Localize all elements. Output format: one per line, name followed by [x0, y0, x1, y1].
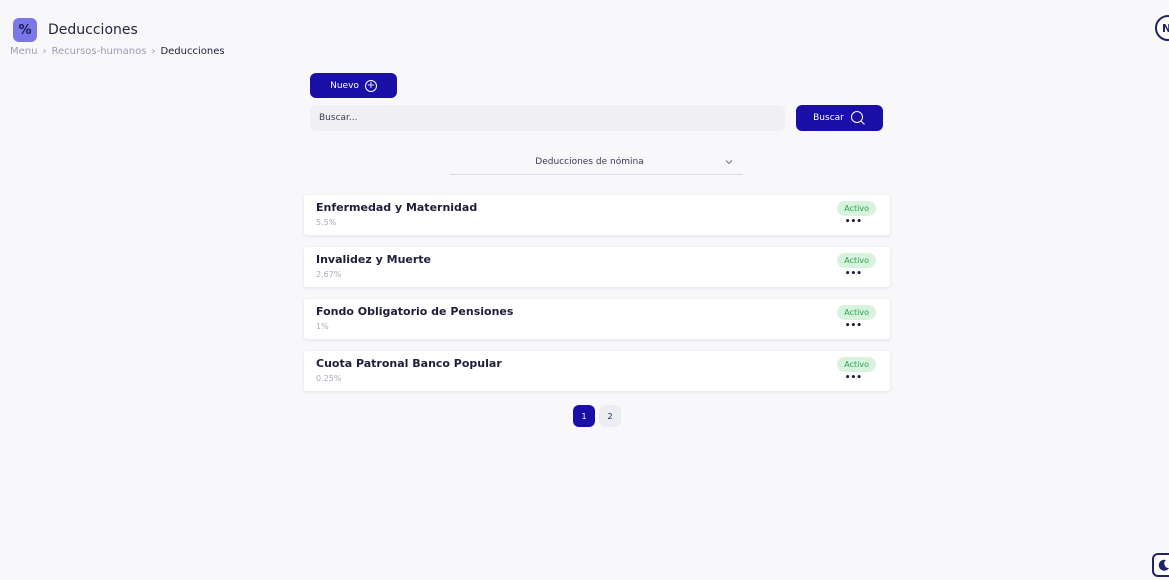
page: % Deducciones Menu › Recursos-humanos › … [0, 0, 1169, 580]
deduction-rate: 2.67% [316, 270, 342, 279]
deduction-card[interactable]: Enfermedad y Maternidad 5.5% Activo ••• [304, 195, 890, 235]
page-button-2[interactable]: 2 [599, 405, 621, 427]
more-options-icon[interactable]: ••• [845, 321, 862, 331]
select-value: Deducciones de nómina [535, 157, 644, 167]
status-badge: Activo [837, 253, 876, 268]
deduction-rate: 0.25% [316, 374, 342, 383]
deduction-name: Fondo Obligatorio de Pensiones [316, 305, 514, 318]
theme-toggle-button[interactable] [1152, 553, 1169, 577]
deduction-type-select[interactable]: Deducciones de nómina [450, 150, 743, 175]
new-button-label: Nuevo [330, 80, 359, 91]
more-options-icon[interactable]: ••• [845, 269, 862, 279]
more-options-icon[interactable]: ••• [845, 373, 862, 383]
status-badge: Activo [837, 305, 876, 320]
search-button[interactable]: Buscar [796, 105, 883, 131]
avatar[interactable]: N [1155, 15, 1169, 41]
breadcrumb: Menu › Recursos-humanos › Deducciones [10, 46, 225, 57]
breadcrumb-separator: › [42, 46, 47, 57]
deduction-card[interactable]: Invalidez y Muerte 2.67% Activo ••• [304, 247, 890, 287]
page-button-1[interactable]: 1 [573, 405, 595, 427]
search-input[interactable] [310, 105, 785, 131]
percent-icon: % [13, 18, 37, 42]
deduction-rate: 1% [316, 322, 329, 331]
deduction-rate: 5.5% [316, 218, 337, 227]
search-icon [850, 111, 865, 125]
pagination: 1 2 [573, 405, 621, 427]
deduction-name: Cuota Patronal Banco Popular [316, 357, 502, 370]
deduction-name: Invalidez y Muerte [316, 253, 432, 266]
deduction-name: Enfermedad y Maternidad [316, 201, 478, 214]
chevron-down-icon [725, 160, 733, 165]
breadcrumb-item-recursos-humanos[interactable]: Recursos-humanos [51, 46, 146, 57]
breadcrumb-separator: › [151, 46, 156, 57]
breadcrumb-item-current: Deducciones [160, 46, 225, 57]
status-badge: Activo [837, 201, 876, 216]
deduction-card[interactable]: Fondo Obligatorio de Pensiones 1% Activo… [304, 299, 890, 339]
breadcrumb-item-menu[interactable]: Menu [10, 46, 37, 57]
status-badge: Activo [837, 357, 876, 372]
page-header: % Deducciones [13, 18, 138, 42]
plus-circle-icon: + [364, 79, 377, 92]
deduction-card[interactable]: Cuota Patronal Banco Popular 0.25% Activ… [304, 351, 890, 391]
new-button[interactable]: Nuevo + [310, 73, 397, 98]
moon-icon [1158, 559, 1169, 571]
search-button-label: Buscar [813, 113, 844, 123]
more-options-icon[interactable]: ••• [845, 217, 862, 227]
page-title: Deducciones [48, 22, 138, 38]
